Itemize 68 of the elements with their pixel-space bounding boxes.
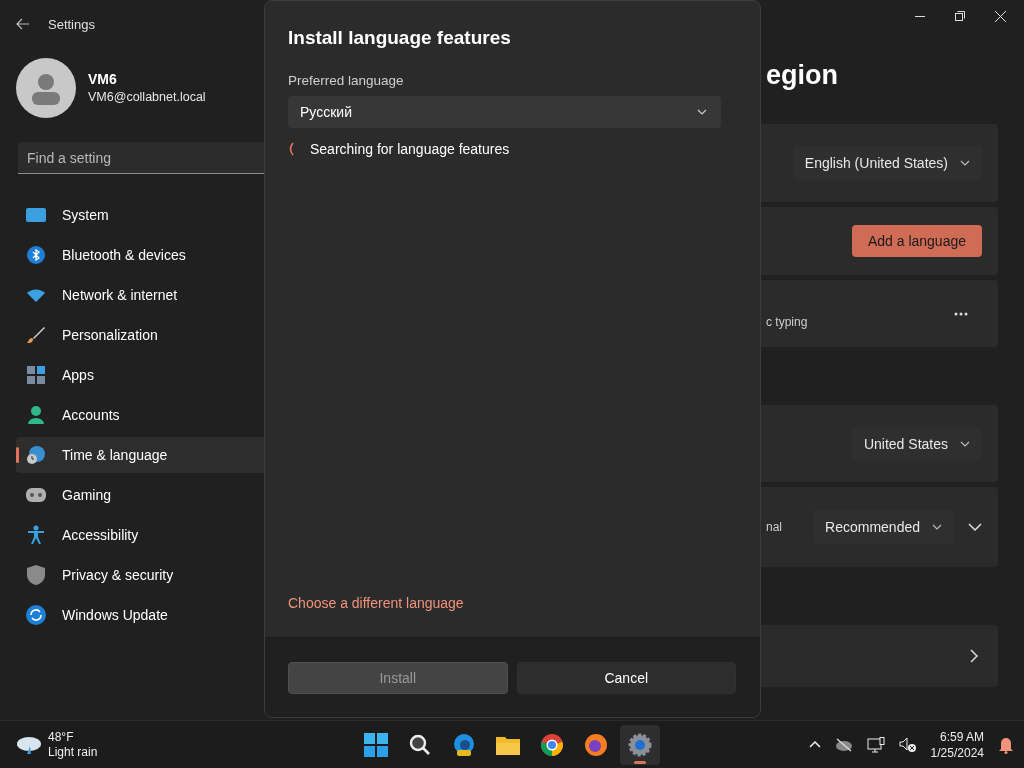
person-icon <box>27 406 45 424</box>
nav-item[interactable]: System <box>16 197 264 233</box>
clock-time[interactable]: 6:59 AM <box>930 728 984 745</box>
language-select[interactable]: Русский <box>288 96 721 128</box>
window-title: Settings <box>48 16 95 32</box>
gamepad-icon <box>26 488 46 502</box>
browser-icon <box>452 732 476 757</box>
folder-icon <box>496 734 520 755</box>
shield-icon <box>27 565 45 585</box>
chevron-down-icon <box>697 109 707 115</box>
back-arrow-icon[interactable] <box>16 18 30 30</box>
field-label: Preferred language <box>288 73 405 88</box>
more-icon[interactable] <box>954 311 968 316</box>
chevron-down-icon <box>960 440 970 447</box>
choose-language-link[interactable]: Choose a different language <box>288 595 464 611</box>
nav-item[interactable]: Apps <box>16 357 264 393</box>
account-email: VM6@collabnet.local <box>88 90 206 104</box>
nav-item[interactable]: Windows Update <box>16 597 264 633</box>
refresh-icon <box>26 605 46 625</box>
dropdown[interactable]: English (United States) <box>792 146 982 180</box>
maximize-icon[interactable] <box>955 11 965 21</box>
nav-item[interactable]: Time & language <box>16 437 264 473</box>
spinner-icon <box>288 142 294 156</box>
bell-icon[interactable] <box>998 735 1014 754</box>
avatar <box>16 57 76 118</box>
chevron-right-icon <box>970 649 978 663</box>
nav-item[interactable]: Personalization <box>16 317 264 353</box>
chevron-down-icon[interactable] <box>968 523 982 531</box>
globe-clock-icon <box>26 445 46 465</box>
card-description: c typing <box>766 314 808 329</box>
clock-date[interactable]: 1/25/2024 <box>930 744 984 761</box>
nav-item[interactable]: Network & internet <box>16 277 264 313</box>
monitor-icon[interactable] <box>866 736 885 753</box>
card-description: nal <box>766 520 782 534</box>
status-text: Searching for language features <box>310 141 510 157</box>
windows-logo-icon <box>364 732 388 757</box>
browser-icon <box>584 732 608 757</box>
dropdown[interactable]: United States <box>851 426 982 461</box>
nav-item[interactable]: Gaming <box>16 477 264 513</box>
search-field[interactable]: Find a setting <box>18 142 264 174</box>
nav-item[interactable]: Accounts <box>16 397 264 433</box>
monitor-icon <box>26 208 46 222</box>
apps-icon <box>27 366 45 384</box>
dropdown[interactable]: Recommended <box>813 510 954 544</box>
weather-condition: Light rain <box>48 744 98 760</box>
chevron-down-icon <box>932 524 942 530</box>
accessibility-icon <box>27 525 45 545</box>
minimize-icon[interactable] <box>915 15 925 17</box>
account-name: VM6 <box>88 71 118 87</box>
nav-item[interactable]: Privacy & security <box>16 557 264 593</box>
speaker-muted-icon[interactable] <box>898 736 917 753</box>
brush-icon <box>27 326 45 344</box>
nav-item[interactable]: Bluetooth & devices <box>16 237 264 273</box>
search-icon <box>409 733 431 756</box>
chevron-up-icon[interactable] <box>808 741 821 748</box>
bluetooth-icon <box>27 245 45 265</box>
wifi-icon <box>26 287 46 303</box>
browser-icon <box>540 732 564 757</box>
chevron-down-icon <box>960 160 970 166</box>
page-title: egion <box>766 60 839 92</box>
cloud-off-icon[interactable] <box>834 737 853 752</box>
temperature: 48°F <box>48 729 75 745</box>
gear-icon <box>628 732 652 757</box>
add-language-button[interactable]: Add a language <box>851 225 982 257</box>
dialog-title: Install language features <box>288 27 512 49</box>
nav-item[interactable]: Accessibility <box>16 517 264 553</box>
cancel-button[interactable]: Cancel <box>516 661 736 694</box>
close-icon[interactable] <box>995 10 1006 22</box>
